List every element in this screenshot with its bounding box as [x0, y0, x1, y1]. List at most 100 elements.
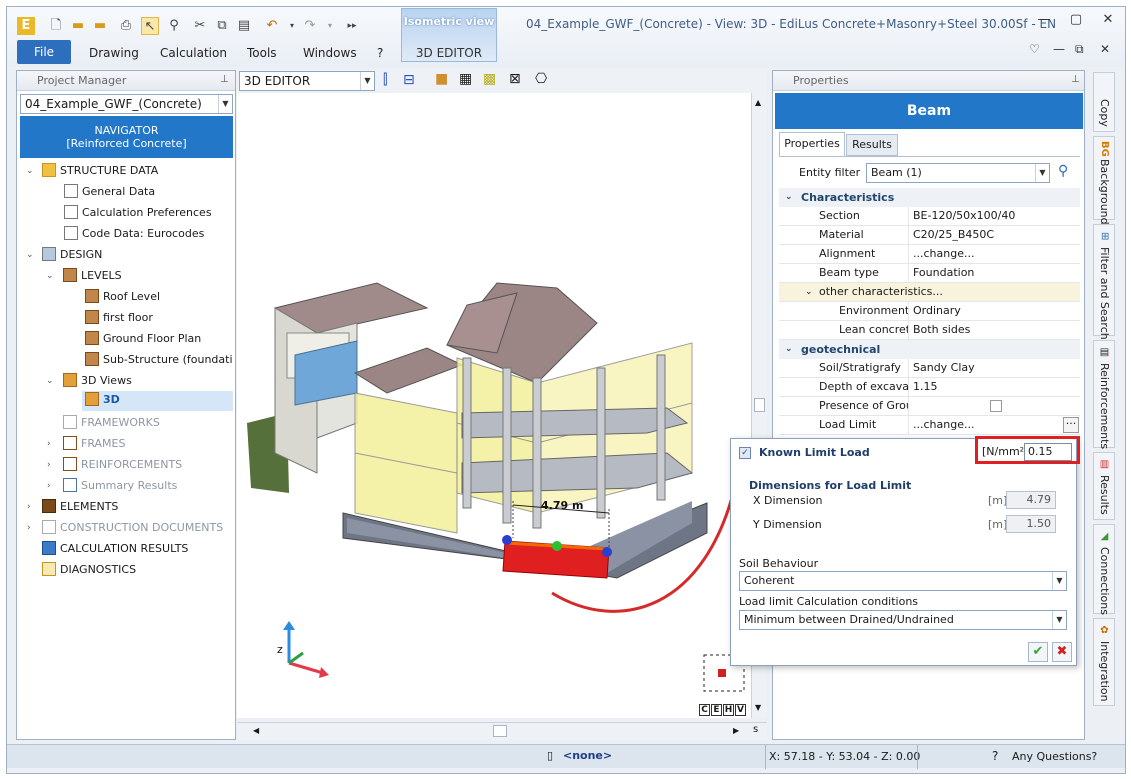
- undo-dropdown-icon[interactable]: ▾: [283, 17, 301, 35]
- redo-dropdown-icon[interactable]: ▾: [321, 17, 339, 35]
- cancel-button[interactable]: ✖: [1052, 642, 1072, 662]
- hide-icon[interactable]: ⊠: [509, 71, 521, 87]
- tree-design[interactable]: DESIGN: [42, 246, 102, 264]
- tab-3d-editor[interactable]: 3D EDITOR: [402, 46, 496, 60]
- prop-load-limit[interactable]: Load Limit ...change... ···: [779, 416, 1080, 435]
- redo-icon[interactable]: ↷: [301, 17, 319, 35]
- app-logo-icon[interactable]: E: [17, 17, 35, 35]
- pin-icon[interactable]: ⊥: [1071, 74, 1080, 85]
- layer-status[interactable]: <none>: [563, 749, 612, 762]
- hscroll-thumb[interactable]: [493, 725, 507, 737]
- pin-icon[interactable]: ⊥: [220, 74, 229, 85]
- tree-3d-views[interactable]: 3D Views: [63, 372, 132, 390]
- tree-reinforcements[interactable]: REINFORCEMENTS: [63, 456, 182, 474]
- chevron-down-icon[interactable]: ▼: [360, 72, 374, 90]
- tree-code-data[interactable]: Code Data: Eurocodes: [64, 225, 204, 243]
- side-tab-results[interactable]: ▥ Results: [1093, 452, 1115, 520]
- scroll-left-icon[interactable]: ◀: [253, 726, 259, 735]
- prop-environmental[interactable]: EnvironmentalOrdinary: [779, 302, 1080, 321]
- align-tool-icon[interactable]: ⊟: [403, 72, 415, 88]
- collapse-icon[interactable]: ⌄: [805, 283, 813, 301]
- section-tool-icon[interactable]: ⫿: [383, 72, 387, 88]
- tree-3d-view[interactable]: 3D: [82, 391, 233, 411]
- prop-other-characteristics[interactable]: other characteristics... ⌄: [779, 283, 1080, 302]
- groundwater-checkbox[interactable]: [990, 400, 1002, 412]
- tree-frameworks[interactable]: FRAMEWORKS: [63, 414, 160, 432]
- close-icon[interactable]: ✕: [1098, 12, 1118, 28]
- undo-icon[interactable]: ↶: [263, 17, 281, 35]
- soil-behaviour-combo[interactable]: Coherent ▼: [739, 571, 1067, 591]
- prop-material[interactable]: Material C20/25_B450C: [779, 226, 1080, 245]
- prop-depth[interactable]: Depth of excavation1.15: [779, 378, 1080, 397]
- tree-calculation-results[interactable]: CALCULATION RESULTS: [42, 540, 188, 558]
- chevron-down-icon[interactable]: ▼: [1035, 164, 1049, 182]
- scroll-down-icon[interactable]: ▼: [755, 703, 761, 712]
- tree-diagnostics[interactable]: DIAGNOSTICS: [42, 561, 136, 579]
- wireframe-icon[interactable]: ▦: [459, 71, 472, 87]
- conditions-combo[interactable]: Minimum between Drained/Undrained ▼: [739, 610, 1067, 630]
- contextual-tab-group[interactable]: Isometric view 3D EDITOR: [401, 8, 497, 62]
- tree-construction-documents[interactable]: CONSTRUCTION DOCUMENTS: [42, 519, 223, 537]
- tree-roof-level[interactable]: Roof Level: [85, 288, 160, 306]
- tree-elements[interactable]: ELEMENTS: [42, 498, 118, 516]
- load-limit-more-button[interactable]: ···: [1063, 417, 1079, 433]
- expand-icon[interactable]: ›: [47, 439, 51, 449]
- building-model[interactable]: 4.79 m z: [237, 93, 767, 718]
- paste-icon[interactable]: ▤: [235, 17, 253, 35]
- mdi-restore-icon[interactable]: ⧉: [1075, 42, 1084, 57]
- vscroll-thumb[interactable]: [754, 398, 765, 412]
- collapse-icon[interactable]: ⌄: [46, 271, 54, 281]
- view-cube-center[interactable]: [718, 669, 726, 677]
- cut-icon[interactable]: ✂: [191, 17, 209, 35]
- chevron-down-icon[interactable]: ▼: [1052, 572, 1066, 590]
- camera-icon[interactable]: ⎔: [535, 71, 547, 87]
- side-tab-background[interactable]: BG Background: [1093, 136, 1115, 225]
- tree-general-data[interactable]: General Data: [64, 183, 155, 201]
- tab-windows[interactable]: Windows: [303, 46, 357, 60]
- restore-icon[interactable]: ▢: [1066, 12, 1086, 28]
- ribbon-collapse-icon[interactable]: ♡: [1029, 42, 1040, 56]
- tree-sub-structure[interactable]: Sub-Structure (foundations): [85, 351, 233, 369]
- tree-structure-data[interactable]: STRUCTURE DATA: [42, 162, 158, 180]
- tab-drawing[interactable]: Drawing: [89, 46, 139, 60]
- known-limit-checkbox[interactable]: ✓: [739, 447, 751, 459]
- section-geotechnical[interactable]: ⌄ geotechnical: [779, 340, 1080, 359]
- viewport-hscroll[interactable]: ◀ ▶ s: [237, 722, 767, 740]
- tree-calculation-preferences[interactable]: Calculation Preferences: [64, 204, 212, 222]
- beam-grip-start[interactable]: [502, 535, 512, 545]
- project-combo[interactable]: 04_Example_GWF_(Concrete) ▼: [20, 94, 233, 114]
- y-dimension-field[interactable]: 1.50: [1006, 515, 1056, 533]
- section-characteristics[interactable]: ⌄ Characteristics: [779, 188, 1080, 207]
- collapse-icon[interactable]: ⌄: [46, 376, 54, 386]
- view-h-button[interactable]: H: [723, 704, 734, 716]
- search-icon[interactable]: ⚲: [1058, 163, 1068, 179]
- prop-alignment[interactable]: Alignment ...change...: [779, 245, 1080, 264]
- copy-icon[interactable]: ⧉: [213, 17, 231, 35]
- scroll-up-icon[interactable]: ▲: [755, 98, 761, 107]
- tree-levels[interactable]: LEVELS: [63, 267, 122, 285]
- tab-results[interactable]: Results: [846, 134, 898, 156]
- tree-first-floor[interactable]: first floor: [85, 309, 153, 327]
- expand-icon[interactable]: ›: [47, 481, 51, 491]
- tree-frames[interactable]: FRAMES: [63, 435, 125, 453]
- view-c-button[interactable]: C: [699, 704, 710, 716]
- collapse-icon[interactable]: ⌄: [26, 250, 34, 260]
- mdi-close-icon[interactable]: ✕: [1100, 42, 1110, 56]
- scroll-right-icon[interactable]: ▶: [733, 726, 739, 735]
- prop-groundwater[interactable]: Presence of Groundwater: [779, 397, 1080, 416]
- scale-icon[interactable]: s: [753, 724, 758, 735]
- tree-summary-results[interactable]: Summary Results: [63, 477, 177, 495]
- collapse-icon[interactable]: ⌄: [785, 340, 793, 359]
- mdi-minimize-icon[interactable]: —: [1053, 42, 1065, 56]
- expand-icon[interactable]: ›: [27, 502, 31, 512]
- minimize-icon[interactable]: —: [1034, 12, 1054, 28]
- prop-section[interactable]: Section BE-120/50x100/40: [779, 207, 1080, 226]
- open-icon[interactable]: ▬: [69, 17, 87, 35]
- tab-calculation[interactable]: Calculation: [160, 46, 227, 60]
- zoom-icon[interactable]: ⚲: [165, 17, 183, 35]
- side-tab-reinforcements[interactable]: ▤ Reinforcements: [1093, 340, 1115, 449]
- chevron-down-icon[interactable]: ▼: [218, 95, 232, 113]
- load-value-input[interactable]: 0.15: [1024, 443, 1072, 461]
- view-e-button[interactable]: E: [711, 704, 722, 716]
- collapse-icon[interactable]: ⌄: [785, 188, 793, 207]
